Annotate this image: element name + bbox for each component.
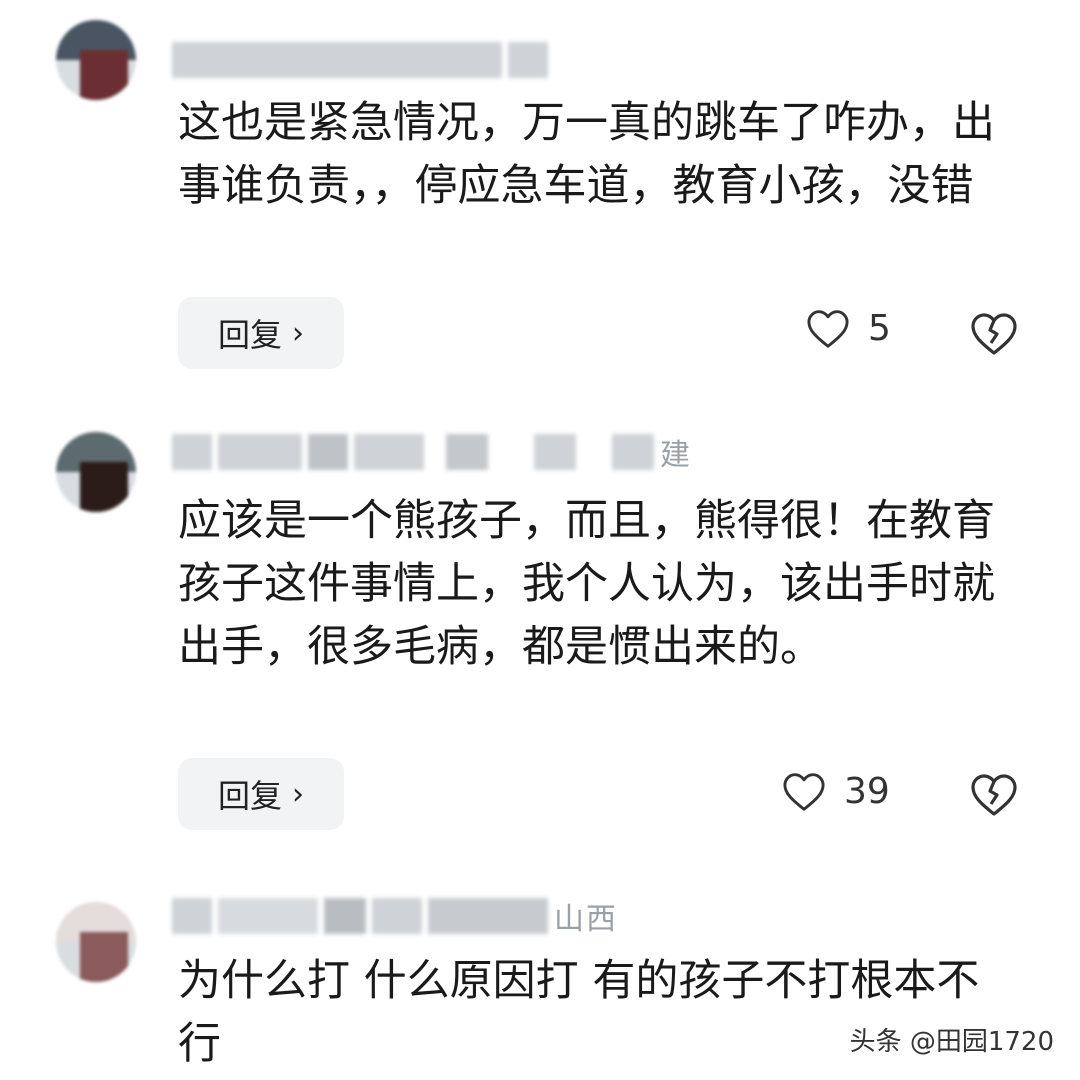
heart-outline-icon <box>807 309 849 348</box>
username[interactable] <box>172 40 554 80</box>
like-button[interactable]: 39 <box>782 771 890 812</box>
reply-button[interactable]: 回复 › <box>178 297 344 369</box>
like-count: 39 <box>844 771 890 812</box>
watermark: 头条 @田园1720 <box>849 1027 1054 1057</box>
comment-text: 这也是紧急情况，万一真的跳车了咋办，出事谁负责，，停应急车道，教育小孩，没错 <box>178 98 995 211</box>
heart-outline-icon <box>783 772 825 811</box>
reply-button[interactable]: 回复 › <box>178 758 344 830</box>
reply-label: 回复 <box>217 316 282 354</box>
broken-heart-icon[interactable] <box>970 771 1018 819</box>
username[interactable]: 建 <box>172 432 692 473</box>
avatar[interactable] <box>56 432 136 512</box>
comment-text: 应该是一个熊孩子，而且，熊得很！在教育孩子这件事情上，我个人认为，该出手时就出手… <box>178 496 995 672</box>
like-button[interactable]: 5 <box>806 308 891 349</box>
avatar[interactable] <box>56 20 136 100</box>
broken-heart-icon[interactable] <box>970 310 1018 358</box>
chevron-right-icon: › <box>292 315 304 351</box>
chevron-right-icon: › <box>292 776 304 812</box>
like-count: 5 <box>868 308 891 349</box>
reply-label: 回复 <box>217 777 282 815</box>
avatar[interactable] <box>56 902 136 982</box>
username[interactable]: 山西 <box>172 896 618 937</box>
